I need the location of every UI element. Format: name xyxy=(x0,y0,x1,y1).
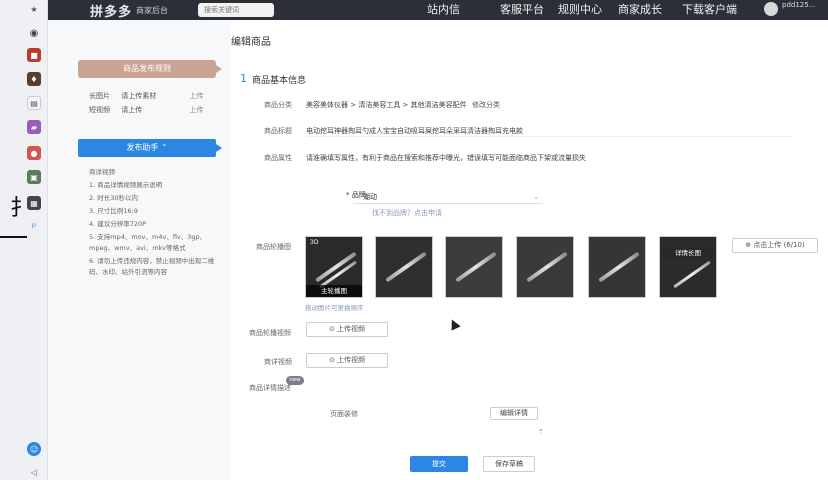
requirement-name: 短视频 xyxy=(89,106,110,114)
guide-item: 商详视频 xyxy=(89,168,115,176)
guide-item: 3. 尺寸比例16:9 xyxy=(89,207,138,215)
new-badge: new xyxy=(286,376,304,385)
attributes-label: 商品属性 xyxy=(264,154,292,162)
hd-badge: 3D xyxy=(308,239,321,246)
left-icon-rail: ★ ◉ ■ ♦ ▤ ▰ ● ▣ ▦ ᵖ ☺ ◁ xyxy=(0,0,48,480)
app-icon-red[interactable]: ■ xyxy=(27,48,41,62)
main-image-tag: 主轮播图 xyxy=(306,285,362,297)
image-order-hint: 拖动图片可更换顺序 xyxy=(305,304,364,312)
publish-assistant-button[interactable]: 发布助手 ⌃ xyxy=(78,139,222,157)
nav-customer-service[interactable]: 客服平台 xyxy=(500,1,544,17)
pen-image xyxy=(385,251,427,283)
pen-image xyxy=(455,251,497,283)
app-icon-green[interactable]: ▣ xyxy=(27,170,41,184)
app-icon-blue-p[interactable]: ᵖ xyxy=(27,220,41,234)
guide-item: 5. 支持mp4、mov、m4v、flv、3gp、mpeg、wmv、avi、mk… xyxy=(89,233,207,252)
category-value: 美容美体仪器 > 清洁美容工具 > 其他清洁美容配件 xyxy=(306,101,467,109)
apply-brand-link[interactable]: 找不到品牌？点击申请 xyxy=(372,208,442,218)
guide-item: 1. 商品详情视频展示说明 xyxy=(89,181,163,189)
upload-video-button[interactable]: ⊙ 上传视频 xyxy=(306,322,388,337)
margin-glyph: 扌 xyxy=(10,196,33,221)
main-images-label: 商品轮播图 xyxy=(256,243,291,251)
product-image-thumb[interactable] xyxy=(588,236,646,298)
requirement-upload-link[interactable]: 上传 xyxy=(189,105,203,115)
top-navigation-bar: 拼多多 商家后台 搜索关键词 站内信 客服平台 规则中心 商家成长 下载客户端 … xyxy=(48,0,828,20)
category-label: 商品分类 xyxy=(264,101,292,109)
requirement-row: 长图片 请上传素材 上传 xyxy=(89,91,203,101)
star-icon[interactable]: ★ xyxy=(27,2,41,16)
product-image-thumb[interactable] xyxy=(445,236,503,298)
detail-image-tag: 详情长图 xyxy=(660,247,716,259)
brand-select[interactable]: 潮动 ⌄ xyxy=(353,191,543,204)
page-title: 编辑商品 xyxy=(231,37,271,48)
help-icon[interactable]: ☺ xyxy=(27,442,41,456)
margin-line xyxy=(0,236,27,238)
video-label: 商品轮播视频 xyxy=(249,329,291,337)
scroll-up-icon[interactable]: ⇡ xyxy=(538,428,544,436)
section-number: 1 xyxy=(240,72,247,85)
product-image-thumb[interactable] xyxy=(516,236,574,298)
save-draft-button[interactable]: 保存草稿 xyxy=(483,456,535,472)
avatar[interactable] xyxy=(764,2,778,16)
app-icon-brown[interactable]: ♦ xyxy=(27,72,41,86)
requirement-status: 请上传 xyxy=(121,106,143,114)
eye-icon[interactable]: ◉ xyxy=(27,26,41,40)
requirement-name: 长图片 xyxy=(89,92,110,100)
pen-image xyxy=(526,251,568,283)
attributes-hint: 请准确填写属性，有利于商品在搜索和推荐中曝光，错误填写可能面临商品下架或流量损失 xyxy=(306,154,586,162)
requirement-upload-link[interactable]: 上传 xyxy=(189,91,203,101)
submit-button[interactable]: 提交 xyxy=(410,456,468,472)
title-label: 商品标题 xyxy=(264,127,292,135)
requirement-status: 请上传素材 xyxy=(121,92,157,100)
page-design-label: 页面装修 xyxy=(330,410,358,418)
pen-image xyxy=(598,251,640,283)
title-input[interactable]: 电动挖耳神器掏耳勺成人宝宝自动吸耳屎挖耳朵采耳清洁器掏耳充电款 xyxy=(306,126,792,137)
app-icon-doc[interactable]: ▤ xyxy=(27,96,41,110)
app-icon-chat[interactable]: ● xyxy=(27,146,41,160)
collapse-icon[interactable]: ◁ xyxy=(27,465,41,479)
section-title: 商品基本信息 xyxy=(252,76,307,86)
guide-list: 商详视频 1. 商品详情视频展示说明 2. 时长30秒以内 3. 尺寸比例16:… xyxy=(89,167,217,280)
chevron-down-icon: ⌄ xyxy=(533,193,539,201)
product-image-thumb[interactable]: 详情长图 xyxy=(659,236,717,298)
publish-rules-button[interactable]: 商品发布规则 xyxy=(78,60,222,78)
nav-merchant-growth[interactable]: 商家成长 xyxy=(618,1,662,17)
nav-download-client[interactable]: 下载客户端 xyxy=(682,1,737,17)
guide-item: 4. 建议分辨率720P xyxy=(89,220,147,228)
brand-logo[interactable]: 拼多多 xyxy=(90,1,132,20)
detail-description-label: 商品详情描述 xyxy=(249,384,291,392)
product-image-thumb[interactable]: 3D 主轮播图 xyxy=(305,236,363,298)
user-name[interactable]: pdd125... xyxy=(782,1,815,9)
brand-subtitle: 商家后台 xyxy=(136,6,168,15)
edit-detail-button[interactable]: 编辑详情 xyxy=(490,407,538,420)
pen-image xyxy=(673,260,711,289)
guide-item: 6. 请勿上传违规内容，禁止视频中出现二维码、水印、站外引流等内容 xyxy=(89,257,215,276)
detail-video-label: 商详视频 xyxy=(264,358,292,366)
change-category-link[interactable]: 修改分类 xyxy=(472,100,500,110)
product-image-thumb[interactable] xyxy=(375,236,433,298)
requirement-row: 短视频 请上传 上传 xyxy=(89,105,203,115)
brand-value: 潮动 xyxy=(363,193,377,201)
nav-inbox[interactable]: 站内信 xyxy=(427,1,460,17)
guide-item: 2. 时长30秒以内 xyxy=(89,194,139,202)
nav-rules-center[interactable]: 规则中心 xyxy=(558,1,602,17)
search-input[interactable]: 搜索关键词 xyxy=(198,3,274,17)
app-icon-purple[interactable]: ▰ xyxy=(27,120,41,134)
mouse-cursor-icon xyxy=(447,317,461,331)
upload-image-button[interactable]: ⊕ 点击上传 (6/10) xyxy=(732,238,818,253)
upload-detail-video-button[interactable]: ⊙ 上传视频 xyxy=(306,353,388,368)
